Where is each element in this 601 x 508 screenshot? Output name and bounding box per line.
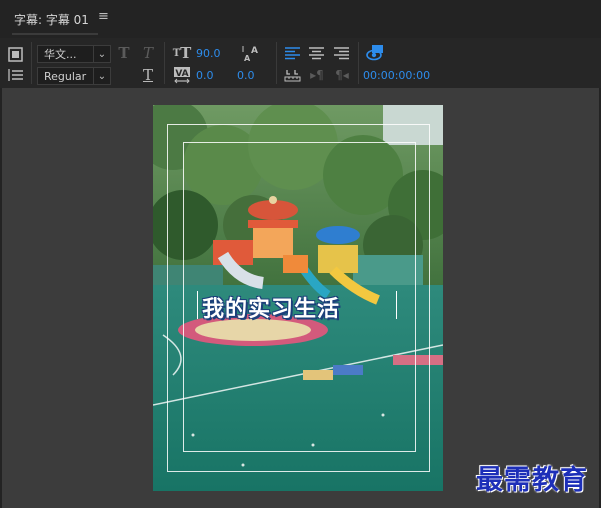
- align-left-icon[interactable]: [283, 44, 301, 62]
- kerning-value[interactable]: 0.0: [196, 69, 214, 82]
- show-background-video-icon[interactable]: [365, 43, 385, 63]
- font-style-dropdown[interactable]: Regular ⌄: [37, 67, 111, 85]
- toolbar-separator: [31, 42, 32, 84]
- hamburger-menu-icon[interactable]: ≡: [98, 9, 109, 24]
- font-style-value: Regular: [44, 69, 87, 83]
- font-family-dropdown[interactable]: 华文... ⌄: [37, 45, 111, 63]
- caption-text[interactable]: 我的实习生活: [197, 291, 397, 322]
- font-size-icon: TT: [172, 44, 192, 62]
- leading-icon[interactable]: [6, 66, 24, 84]
- bold-icon[interactable]: T: [116, 44, 132, 62]
- font-size-value[interactable]: 90.0: [196, 47, 221, 60]
- chevron-down-icon: ⌄: [93, 46, 110, 62]
- rtl-paragraph-icon[interactable]: ¶◂: [333, 66, 351, 84]
- watermark-logo: 最需教育: [476, 465, 588, 496]
- ltr-paragraph-icon[interactable]: ▸¶: [308, 66, 326, 84]
- underline-icon[interactable]: T: [140, 65, 156, 85]
- timecode-value[interactable]: 00:00:00:00: [363, 69, 430, 82]
- title-toolbar: 华文... ⌄ Regular ⌄ T T T TT 90.0 VA 0.0 A…: [0, 38, 601, 88]
- video-frame[interactable]: 我的实习生活: [153, 105, 443, 491]
- toolbar-separator: [164, 42, 165, 84]
- toolbar-separator: [358, 42, 359, 84]
- kerning-icon: VA: [172, 65, 192, 85]
- toolbar-separator: [276, 42, 277, 84]
- svg-text:VA: VA: [175, 69, 188, 79]
- panel-title[interactable]: 字幕: 字幕 01: [14, 11, 89, 28]
- tab-stops-icon[interactable]: [283, 66, 301, 84]
- panel-header: 字幕: 字幕 01 ≡: [0, 0, 601, 38]
- svg-text:A: A: [251, 46, 258, 56]
- svg-text:A: A: [244, 54, 251, 62]
- chevron-down-icon: ⌄: [93, 68, 110, 84]
- align-right-icon[interactable]: [332, 44, 350, 62]
- tracking-value[interactable]: 0.0: [237, 69, 255, 82]
- font-family-value: 华文...: [44, 48, 77, 61]
- active-tab-indicator: [12, 33, 98, 35]
- italic-icon[interactable]: T: [140, 44, 156, 62]
- baseline-shift-icon: AA: [240, 43, 260, 63]
- align-center-icon[interactable]: [307, 44, 325, 62]
- safe-area-icon[interactable]: [6, 45, 24, 63]
